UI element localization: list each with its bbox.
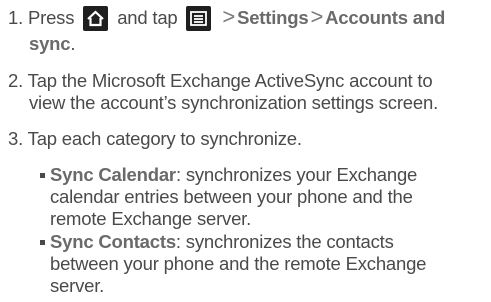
accounts-and-sync-label: Accounts and — [325, 7, 446, 28]
sync-calendar-label: Sync Calendar — [50, 164, 176, 185]
step-2-text-line-2: view the account’s synchronization setti… — [29, 92, 439, 113]
settings-menu-label: Settings — [237, 7, 309, 28]
step-3-text-line-1: Tap each category to synchronize. — [27, 128, 302, 149]
step-1-and-tap-text: and tap — [117, 7, 178, 28]
home-icon — [83, 5, 109, 31]
bullet-2-line-1: Sync Contacts: synchronizes the contacts — [50, 231, 394, 253]
bullet-1-line-1: Sync Calendar: synchronizes your Exchang… — [50, 164, 417, 186]
step-1-period: . — [70, 33, 76, 54]
separator-2: > — [310, 4, 324, 29]
step-3-number: 3. — [8, 128, 24, 149]
sync-contacts-desc-2: between your phone and the remote Exchan… — [50, 253, 427, 274]
sync-calendar-desc-3: remote Exchange server. — [50, 208, 252, 229]
step-1: 1. Press and tap > Settings> Accounts and — [8, 6, 445, 32]
bullet-1-line-2: calendar entries between your phone and … — [50, 186, 413, 208]
sync-calendar-desc-2: calendar entries between your phone and … — [50, 186, 413, 207]
accounts-and-sync-label-cont: sync — [29, 33, 71, 54]
separator-1: > — [222, 4, 236, 29]
menu-icon — [186, 5, 212, 31]
step-1-press-text: Press — [27, 7, 75, 28]
step-2-line-1: 2. Tap the Microsoft Exchange ActiveSync… — [8, 70, 433, 92]
step-2-line-2: view the account’s synchronization setti… — [29, 92, 438, 114]
sync-contacts-desc-1: : synchronizes the contacts — [175, 231, 394, 252]
instruction-document: 1. Press and tap > Settings> Accounts and … — [0, 0, 491, 302]
step-1-number: 1. — [8, 7, 24, 28]
bullet-1-line-3: remote Exchange server. — [50, 208, 251, 230]
step-2-text-line-1: Tap the Microsoft Exchange ActiveSync ac… — [27, 70, 433, 91]
bullet-marker — [40, 173, 45, 178]
bullet-marker — [40, 240, 45, 245]
step-2-number: 2. — [8, 70, 24, 91]
step-1-continuation: sync. — [29, 33, 76, 55]
bullet-2-line-2: between your phone and the remote Exchan… — [50, 253, 426, 275]
bullet-2-line-3: server. — [50, 275, 104, 297]
sync-contacts-label: Sync Contacts — [50, 231, 176, 252]
step-3-line-1: 3. Tap each category to synchronize. — [8, 128, 302, 150]
sync-contacts-desc-3: server. — [50, 275, 105, 296]
sync-calendar-desc-1: : synchronizes your Exchange — [175, 164, 418, 185]
